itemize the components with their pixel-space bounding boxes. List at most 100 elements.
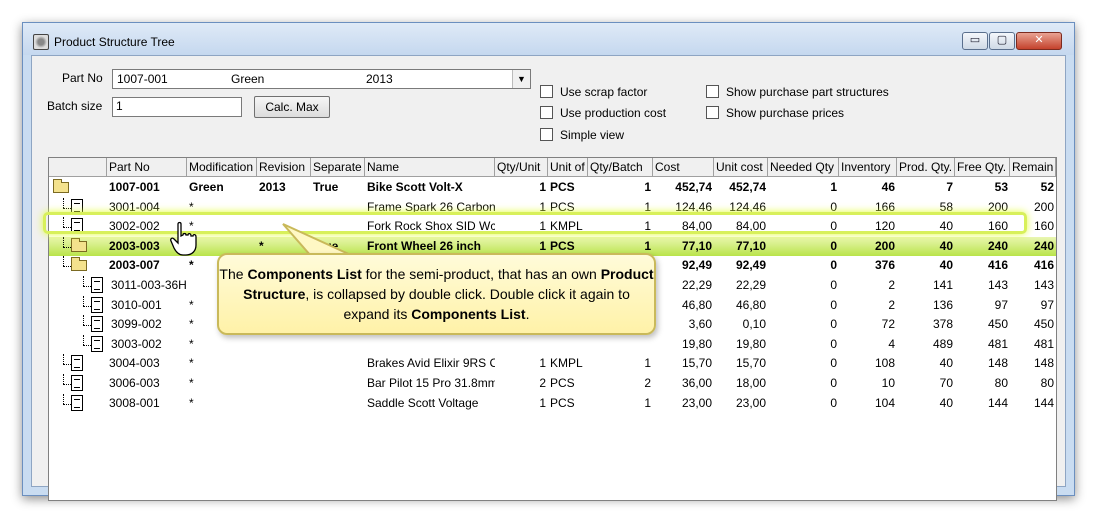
cell-prod-qty: 40 (939, 258, 953, 273)
cell-cost: 92,49 (681, 258, 712, 273)
part-no-value: 1007-001 (117, 72, 168, 86)
cell-free-qty: 200 (987, 199, 1008, 214)
column-header-inventory[interactable]: Inventory (839, 158, 897, 177)
document-icon[interactable] (71, 375, 83, 391)
folder-icon[interactable] (71, 237, 87, 252)
column-header-remain[interactable]: Remain (1010, 158, 1056, 177)
cell-prod-qty: 40 (939, 395, 953, 410)
cell-inventory: 10 (881, 376, 895, 390)
checkbox-label: Show purchase part structures (726, 85, 889, 99)
cell-separate (311, 335, 365, 354)
cell-prod-qty: 141 (932, 278, 953, 292)
title-bar[interactable]: Product Structure Tree ▭ ▢ ✕ (23, 23, 1074, 55)
cell-unit-cost: 19,80 (735, 336, 766, 351)
cell-cost: 23,00 (681, 395, 712, 410)
window-title: Product Structure Tree (54, 35, 175, 49)
cell-inventory: 2 (888, 278, 895, 292)
folder-open-icon[interactable] (71, 257, 87, 272)
checkbox-box[interactable] (540, 106, 553, 119)
table-row[interactable]: 3001-004 * Frame Spark 26 Carbon, 1 PCS 1 124,… (49, 197, 1056, 217)
table-row[interactable]: 3006-003 * Bar Pilot 15 Pro 31.8mm 2 PCS 2 36,… (49, 374, 1056, 393)
document-icon[interactable] (91, 316, 103, 333)
column-header-tree[interactable] (49, 158, 107, 177)
cell-cost: 77,10 (681, 238, 712, 253)
checkbox-box[interactable] (540, 128, 553, 141)
cell-unit-cost: 92,49 (735, 258, 766, 273)
cell-unit-cost: 22,29 (735, 278, 766, 292)
document-icon[interactable] (71, 198, 83, 215)
checkbox-label: Show purchase prices (726, 106, 845, 120)
document-icon[interactable] (91, 335, 103, 352)
column-header-unit-of[interactable]: Unit of (548, 158, 588, 177)
cell-remain: 144 (1033, 395, 1054, 410)
column-header-cost[interactable]: Cost (653, 158, 714, 177)
column-header-prod-qty[interactable]: Prod. Qty. (897, 158, 955, 177)
simple-view-checkbox[interactable]: Simple view (540, 128, 624, 144)
table-row[interactable]: 3004-003 * Brakes Avid Elixir 9RS C: 1 KMPL 1… (49, 354, 1056, 373)
cell-qty-unit (495, 335, 548, 354)
column-header-qty-unit[interactable]: Qty/Unit (495, 158, 548, 177)
batch-size-input[interactable]: 1 (112, 97, 242, 117)
cell-needed-qty: 0 (830, 258, 837, 273)
cell-cost: 124,46 (675, 199, 712, 214)
use-production-cost-checkbox[interactable]: Use production cost (540, 106, 666, 122)
cell-needed-qty: 0 (830, 336, 837, 351)
cell-free-qty: 97 (994, 297, 1008, 312)
cell-part-no: 3099-002 (111, 317, 162, 332)
folder-open-icon[interactable] (53, 179, 69, 193)
maximize-button[interactable]: ▢ (989, 32, 1015, 50)
cell-needed-qty: 0 (830, 199, 837, 214)
table-row[interactable]: 3003-002 * 19,80 19,80 0 4 489 481 481 (49, 334, 1056, 354)
cell-qty-unit: 1 (539, 356, 546, 371)
tree-connector (63, 403, 71, 405)
document-icon[interactable] (71, 394, 83, 411)
column-header-revision[interactable]: Revision (257, 158, 311, 177)
part-no-combobox[interactable]: 1007-001 Green 2013 ▼ (112, 69, 531, 89)
cell-unit-cost: 452,74 (729, 180, 766, 194)
tree-connector (83, 315, 84, 326)
cell-qty-unit: 1 (539, 199, 546, 214)
cell-modification: * (189, 356, 194, 371)
document-icon[interactable] (91, 277, 103, 293)
cell-part-no: 3010-001 (111, 297, 162, 312)
close-button[interactable]: ✕ (1016, 32, 1062, 50)
cell-free-qty: 450 (987, 317, 1008, 332)
column-header-modification[interactable]: Modification (187, 158, 257, 177)
cell-part-no: 3006-003 (109, 376, 160, 390)
document-icon[interactable] (71, 218, 83, 235)
column-header-qty-batch[interactable]: Qty/Batch (588, 158, 653, 177)
calc-max-button[interactable]: Calc. Max (254, 96, 330, 118)
show-purchase-prices-checkbox[interactable]: Show purchase prices (706, 106, 844, 122)
show-purchase-part-structures-checkbox[interactable]: Show purchase part structures (706, 85, 889, 101)
batch-size-label: Batch size (47, 99, 103, 113)
document-icon[interactable] (71, 355, 83, 372)
cell-separate (311, 354, 365, 373)
table-row[interactable]: 1007-001 Green 2013 True Bike Scott Volt-X 1 P… (49, 178, 1056, 197)
minimize-button[interactable]: ▭ (962, 32, 988, 50)
dropdown-arrow-icon[interactable]: ▼ (512, 70, 530, 88)
cell-inventory: 2 (888, 297, 895, 312)
cell-unit-cost: 18,00 (735, 376, 766, 390)
column-header-unit-cost[interactable]: Unit cost (714, 158, 768, 177)
cell-inventory: 104 (874, 395, 895, 410)
table-row[interactable]: 3008-001 * Saddle Scott Voltage 1 PCS 1 23,00 2… (49, 393, 1056, 413)
checkbox-box[interactable] (706, 85, 719, 98)
cell-needed-qty: 0 (830, 395, 837, 410)
cell-revision (257, 198, 311, 217)
column-header-part-no[interactable]: Part No (107, 158, 187, 177)
checkbox-box[interactable] (706, 106, 719, 119)
cell-prod-qty: 378 (932, 317, 953, 332)
column-header-free-qty[interactable]: Free Qty. (955, 158, 1010, 177)
column-header-separate[interactable]: Separate (311, 158, 365, 177)
tree-connector (83, 344, 91, 346)
cell-free-qty: 416 (987, 258, 1008, 273)
checkbox-box[interactable] (540, 85, 553, 98)
cell-free-qty: 143 (987, 278, 1008, 292)
use-scrap-factor-checkbox[interactable]: Use scrap factor (540, 85, 647, 101)
document-icon[interactable] (91, 296, 103, 313)
checkbox-label: Use scrap factor (560, 85, 648, 99)
cell-name: Saddle Scott Voltage (367, 395, 479, 410)
column-header-name[interactable]: Name (365, 158, 495, 177)
column-header-needed-qty[interactable]: Needed Qty (768, 158, 839, 177)
cell-unit-of: PCS (550, 395, 575, 410)
